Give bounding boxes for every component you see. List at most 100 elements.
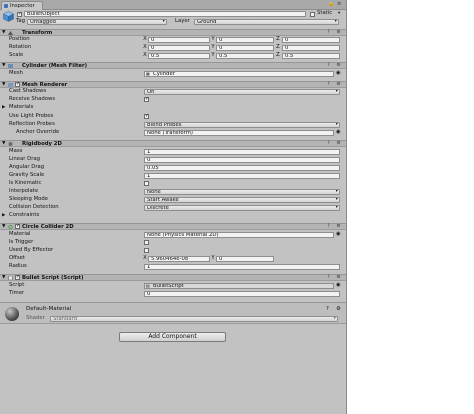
rotation-x-input[interactable]: 0 [148, 45, 210, 51]
scale-z-input[interactable]: 0.5 [282, 53, 340, 59]
angular-drag-input[interactable]: 0.05 [144, 165, 340, 171]
rotation-z-input[interactable]: 0 [282, 45, 340, 51]
fold-closed-icon[interactable]: ▶ [2, 212, 5, 219]
circle-collider-icon [8, 225, 13, 229]
mesh-field[interactable]: Cylinder [144, 71, 334, 77]
circle-collider-2d-header[interactable]: ▼ Circle Collider 2D ? ⚙ [0, 223, 346, 230]
material-section[interactable]: Default-Material Shader Standard ? ⚙ [0, 302, 346, 324]
physics-material-field[interactable]: None (Physics Material 2D) [144, 232, 334, 238]
position-y-input[interactable]: 0 [216, 37, 274, 43]
gear-icon[interactable]: ⚙ [336, 30, 341, 35]
gear-icon[interactable]: ⚙ [336, 306, 341, 312]
tag-dropdown[interactable]: Untagged [27, 19, 167, 25]
offset-y-input[interactable]: 0 [216, 256, 274, 262]
mesh-filter-icon [8, 64, 13, 68]
gear-icon[interactable]: ⚙ [336, 275, 341, 280]
gear-icon[interactable]: ⚙ [336, 224, 341, 229]
object-picker-icon[interactable]: ◉ [336, 231, 341, 238]
help-icon[interactable]: ? [326, 306, 329, 312]
component-title: Circle Collider 2D [22, 224, 74, 230]
constraints-label[interactable]: Constraints [9, 212, 39, 219]
gravity-scale-input[interactable]: 1 [144, 173, 340, 179]
position-x-input[interactable]: 0 [148, 37, 210, 43]
x-axis-label: X [143, 52, 147, 58]
tab-bar: Inspector 🔒 ≡ [0, 0, 346, 10]
scale-x-input[interactable]: 0.5 [148, 53, 210, 59]
mesh-asset-icon: ▦ [146, 71, 150, 76]
tab-inspector[interactable]: Inspector [1, 1, 43, 10]
layer-dropdown[interactable]: Ground [194, 19, 339, 25]
object-picker-icon[interactable]: ◉ [336, 282, 341, 289]
gameobject-name-input[interactable]: BulletObject [24, 11, 306, 17]
component-title: Cylinder (Mesh Filter) [22, 63, 88, 69]
timer-input[interactable]: 0 [144, 291, 340, 297]
static-dropdown-icon[interactable]: ▾ [338, 10, 340, 17]
component-enabled-checkbox[interactable] [15, 81, 20, 87]
help-icon[interactable]: ? [326, 141, 331, 146]
collision-detection-dropdown[interactable]: Discrete [144, 205, 340, 211]
menu-icon[interactable]: ≡ [337, 1, 341, 8]
x-axis-label: X [143, 255, 147, 261]
fold-open-icon[interactable]: ▼ [2, 224, 5, 230]
mesh-renderer-header[interactable]: ▼ Mesh Renderer ? ⚙ [0, 81, 346, 88]
lock-icon[interactable]: 🔒 [328, 1, 334, 8]
collision-detection-label: Collision Detection [9, 204, 59, 210]
fold-open-icon[interactable]: ▼ [2, 275, 5, 281]
object-picker-icon[interactable]: ◉ [336, 70, 341, 77]
script-field[interactable]: BulletScript [144, 283, 334, 289]
offset-x-input[interactable]: 5.960464e-08 [148, 256, 210, 262]
receive-shadows-checkbox[interactable] [144, 96, 149, 102]
object-picker-icon[interactable]: ◉ [336, 129, 341, 136]
anchor-override-label: Anchor Override [16, 129, 60, 135]
is-kinematic-checkbox[interactable] [144, 181, 149, 186]
mesh-renderer-icon [8, 83, 13, 87]
active-checkbox[interactable] [17, 11, 22, 17]
bullet-script-header[interactable]: ▼ Bullet Script (Script) ? ⚙ [0, 274, 346, 281]
rigidbody-icon [8, 142, 13, 146]
shader-dropdown[interactable]: Standard [50, 316, 338, 322]
reflection-probes-dropdown[interactable]: Blend Probes [144, 122, 340, 128]
cast-shadows-dropdown[interactable]: On [144, 89, 340, 95]
sleeping-mode-dropdown[interactable]: Start Awake [144, 197, 340, 203]
fold-open-icon[interactable]: ▼ [2, 63, 5, 69]
offset-label: Offset [9, 255, 25, 261]
help-icon[interactable]: ? [326, 275, 331, 280]
fold-closed-icon[interactable]: ▶ [2, 104, 5, 111]
help-icon[interactable]: ? [326, 224, 331, 229]
component-title: Bullet Script (Script) [22, 275, 84, 281]
mesh-filter-header[interactable]: ▼ Cylinder (Mesh Filter) ? ⚙ [0, 62, 346, 69]
component-enabled-checkbox[interactable] [15, 223, 20, 229]
radius-input[interactable]: 1 [144, 264, 340, 270]
gear-icon[interactable]: ⚙ [336, 63, 341, 68]
anchor-override-field[interactable]: None (Transform) [144, 130, 334, 136]
fold-open-icon[interactable]: ▼ [2, 82, 5, 88]
reflection-probes-label: Reflection Probes [9, 121, 55, 127]
tag-label: Tag [16, 18, 25, 24]
help-icon[interactable]: ? [326, 82, 331, 87]
static-checkbox[interactable] [310, 12, 315, 17]
z-axis-label: Z [276, 52, 280, 58]
transform-header[interactable]: ▼ Transform ? ⚙ [0, 29, 346, 36]
rigidbody-2d-header[interactable]: ▼ Rigidbody 2D ? ⚙ [0, 140, 346, 147]
used-by-effector-label: Used By Effector [9, 247, 54, 253]
used-by-effector-checkbox[interactable] [144, 248, 149, 253]
gear-icon[interactable]: ⚙ [336, 82, 341, 87]
fold-open-icon[interactable]: ▼ [2, 30, 5, 36]
help-icon[interactable]: ? [326, 63, 331, 68]
use-light-probes-checkbox[interactable] [144, 113, 149, 119]
gear-icon[interactable]: ⚙ [336, 141, 341, 146]
mass-input[interactable]: 1 [144, 149, 340, 155]
is-trigger-checkbox[interactable] [144, 240, 149, 245]
fold-open-icon[interactable]: ▼ [2, 141, 5, 147]
interpolate-dropdown[interactable]: None [144, 189, 340, 195]
help-icon[interactable]: ? [326, 30, 331, 35]
linear-drag-input[interactable]: 0 [144, 157, 340, 163]
x-axis-label: X [143, 36, 147, 42]
component-enabled-checkbox[interactable] [15, 274, 20, 280]
add-component-button[interactable]: Add Component [119, 332, 226, 342]
position-z-input[interactable]: 0 [282, 37, 340, 43]
scale-y-input[interactable]: 0.5 [216, 53, 274, 59]
materials-label[interactable]: Materials [9, 104, 33, 111]
rotation-y-input[interactable]: 0 [216, 45, 274, 51]
material-preview-sphere [5, 307, 19, 321]
